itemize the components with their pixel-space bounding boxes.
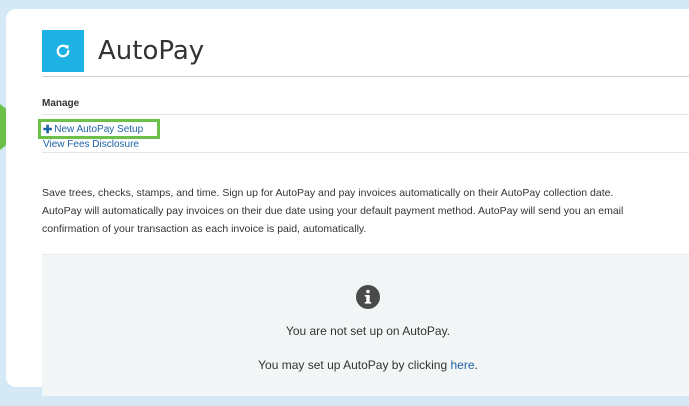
autopay-status-panel: You are not set up on AutoPay. You may s… (42, 254, 689, 396)
refresh-icon (56, 44, 70, 58)
manage-heading: Manage (42, 98, 80, 109)
links-divider (42, 152, 689, 153)
page-title: AutoPay (98, 36, 205, 66)
info-icon (356, 285, 380, 309)
header-divider (42, 76, 689, 77)
page-header: AutoPay (42, 30, 205, 72)
setup-prompt-text: You may set up AutoPay by clicking (258, 358, 451, 372)
description-line: AutoPay will automatically pay invoices … (42, 205, 624, 217)
description-line: Save trees, checks, stamps, and time. Si… (42, 187, 614, 199)
autopay-setup-prompt: You may set up AutoPay by clicking here. (42, 358, 689, 372)
prompt-period: . (474, 358, 478, 372)
manage-divider (42, 114, 689, 115)
new-autopay-setup-link[interactable]: ✚ New AutoPay Setup (38, 119, 160, 139)
autopay-description: Save trees, checks, stamps, and time. Si… (42, 184, 689, 238)
new-autopay-setup-label: New AutoPay Setup (54, 123, 144, 135)
autopay-card: AutoPay Manage ✚ New AutoPay Setup View … (6, 9, 689, 396)
view-fees-disclosure-link[interactable]: View Fees Disclosure (43, 139, 139, 150)
description-line: confirmation of your transaction as each… (42, 223, 367, 235)
here-link[interactable]: here (450, 358, 474, 372)
plus-icon: ✚ (43, 123, 53, 136)
autopay-status-text: You are not set up on AutoPay. (285, 324, 451, 338)
autopay-logo (42, 30, 84, 72)
